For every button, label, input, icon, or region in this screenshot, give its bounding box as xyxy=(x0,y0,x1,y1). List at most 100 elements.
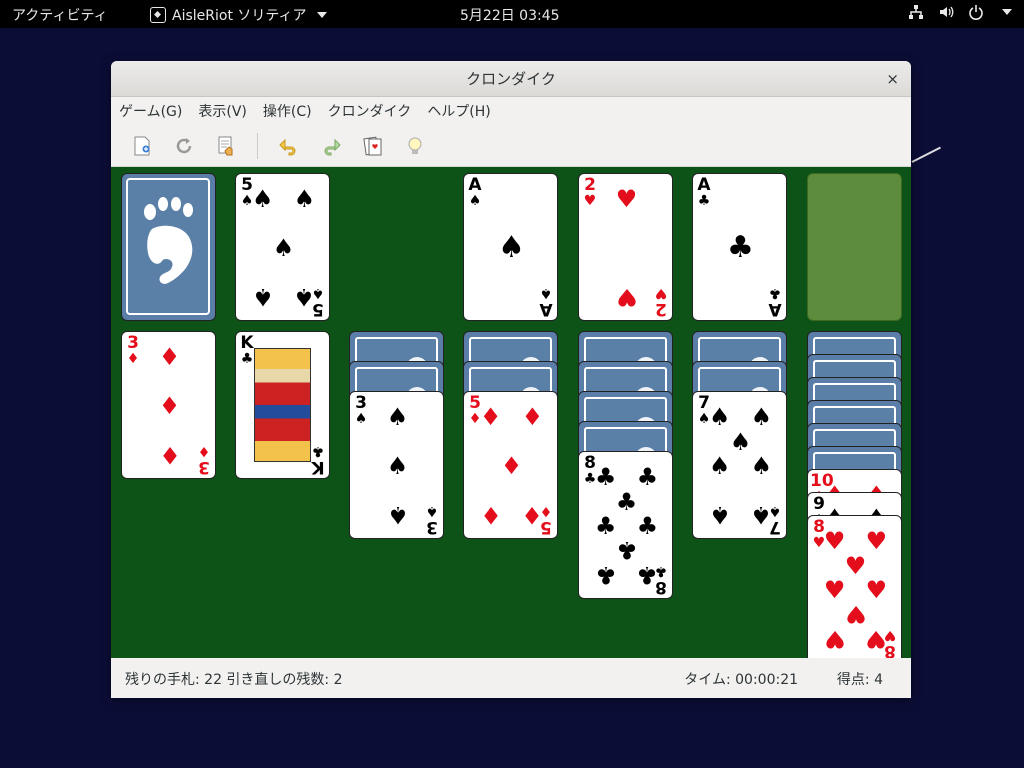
suit-pip: ♠ xyxy=(272,234,295,262)
card-corner-top: A ♣ xyxy=(697,175,711,209)
aisleriot-icon xyxy=(150,7,166,23)
suit-pip: ♠ xyxy=(708,452,731,480)
close-icon[interactable]: × xyxy=(886,61,899,97)
clock[interactable]: 5月22日 03:45 xyxy=(460,5,560,25)
suit-pip: ♠ xyxy=(750,452,773,480)
gnome-foot-icon xyxy=(126,178,210,315)
change-game-icon xyxy=(363,136,382,155)
suit-pip: ♣ xyxy=(636,560,659,589)
game-felt[interactable]: 5 ♠ 5 ♠ ♠ ♠ ♠ ♠ ♠ A ♠ A ♠ ♠ 2 ♥ 2 ♥ ♥ ♥ A ♣ A ♣ ♣ 3 ♦ 3 ♦ ♦ ♦ ♦ K ♣ K ♣… xyxy=(111,167,911,658)
new-game-button[interactable] xyxy=(125,129,159,163)
suit-pip: ♦ xyxy=(158,343,181,372)
window-title: クロンダイク xyxy=(466,70,556,88)
menu-control[interactable]: 操作(C) xyxy=(263,101,312,121)
elapsed-time: タイム: 00:00:21 xyxy=(684,672,799,688)
suit-pip: ♠ xyxy=(251,185,274,214)
suit-pip: ♦ xyxy=(158,392,181,420)
king-face-art xyxy=(254,348,311,462)
tableau-card[interactable]: 8 ♣ 8 ♣ ♣ ♣ ♣ ♣ ♣ ♣ ♣ ♣ xyxy=(578,451,673,599)
suit-pip: ♥ xyxy=(823,624,846,653)
suit-pip: ♣ xyxy=(727,230,754,265)
card-corner-bottom: 2 ♥ xyxy=(654,285,668,319)
tableau-card[interactable]: 7 ♠ 7 ♠ ♠ ♠ ♠ ♠ ♠ ♠ ♠ xyxy=(692,391,787,539)
change-game-button[interactable] xyxy=(356,129,390,163)
solitaire-window: クロンダイク × ゲーム(G) 表示(V) 操作(C) クロンダイク ヘルプ(H… xyxy=(111,61,911,698)
suit-pip: ♠ xyxy=(251,282,274,311)
app-menu[interactable]: AisleRiot ソリティア xyxy=(150,5,327,25)
suit-pip: ♦ xyxy=(500,452,523,480)
tableau-card[interactable]: 5 ♦ 5 ♦ ♦ ♦ ♦ ♦ ♦ xyxy=(463,391,558,539)
redo-icon xyxy=(324,138,341,155)
suit-pip: ♥ xyxy=(615,185,638,214)
status-bar: 残りの手札: 22 引き直しの残数: 2 タイム: 00:00:21 得点: 4 xyxy=(111,658,911,698)
restart-icon xyxy=(176,137,192,153)
stock-pile[interactable] xyxy=(121,173,216,321)
suit-pip: ♥ xyxy=(865,527,888,556)
suit-pip: ♣ xyxy=(636,512,659,540)
suit-pip: ♦ xyxy=(521,500,544,529)
suit-pip: ♦ xyxy=(158,440,181,469)
suit-pip: ♦ xyxy=(521,403,544,432)
waste-pile[interactable]: 5 ♠ 5 ♠ ♠ ♠ ♠ ♠ ♠ xyxy=(235,173,330,321)
title-bar[interactable]: クロンダイク × xyxy=(111,61,911,97)
menu-help[interactable]: ヘルプ(H) xyxy=(427,101,490,121)
cards-remaining: 残りの手札: 22 引き直しの残数: 2 xyxy=(125,672,343,688)
suit-pip: ♥ xyxy=(844,552,867,581)
suit-pip: ♥ xyxy=(865,576,888,604)
deal-icon xyxy=(218,136,233,155)
activities-button[interactable]: アクティビティ xyxy=(12,5,108,25)
redo-button[interactable] xyxy=(314,129,348,163)
card-corner-top: 3 ♦ xyxy=(126,333,140,367)
undo-icon xyxy=(279,138,296,155)
card-corner-bottom: K ♣ xyxy=(311,443,325,477)
new-game-icon xyxy=(134,136,150,155)
suit-pip: ♣ xyxy=(594,463,617,492)
menu-bar: ゲーム(G) 表示(V) 操作(C) クロンダイク ヘルプ(H) xyxy=(111,97,911,125)
foundation-1[interactable]: A ♠ A ♠ ♠ xyxy=(463,173,558,321)
tableau-card[interactable]: 8 ♥ 8 ♥ ♥ ♥ ♥ ♥ ♥ ♥ ♥ ♥ xyxy=(807,515,902,658)
restart-button[interactable] xyxy=(167,129,201,163)
undo-button[interactable] xyxy=(272,129,306,163)
top-bar: アクティビティ AisleRiot ソリティア 5月22日 03:45 xyxy=(0,0,1024,28)
suit-pip: ♠ xyxy=(729,428,752,457)
suit-pip: ♠ xyxy=(750,500,773,529)
suit-pip: ♠ xyxy=(386,403,409,432)
suit-pip: ♥ xyxy=(823,576,846,604)
tableau-card[interactable]: 3 ♦ 3 ♦ ♦ ♦ ♦ xyxy=(121,331,216,479)
power-icon xyxy=(969,5,983,20)
suit-pip: ♠ xyxy=(386,452,409,480)
hint-button[interactable] xyxy=(398,129,432,163)
toolbar xyxy=(111,125,911,167)
card-corner-bottom: 3 ♠ xyxy=(425,503,439,537)
deal-button[interactable] xyxy=(209,129,243,163)
suit-pip: ♦ xyxy=(479,403,502,432)
suit-pip: ♦ xyxy=(479,500,502,529)
score: 得点: 4 xyxy=(836,672,883,688)
chevron-down-icon xyxy=(316,12,327,18)
tableau-card[interactable]: 3 ♠ 3 ♠ ♠ ♠ ♠ xyxy=(349,391,444,539)
suit-pip: ♣ xyxy=(615,535,638,564)
foundation-4-empty[interactable] xyxy=(807,173,902,321)
system-menu[interactable] xyxy=(908,4,1012,20)
menu-klondike[interactable]: クロンダイク xyxy=(328,101,412,121)
suit-pip: ♥ xyxy=(823,527,846,556)
toolbar-separator xyxy=(257,132,258,159)
card-corner-bottom: A ♣ xyxy=(768,285,782,319)
foundation-2[interactable]: 2 ♥ 2 ♥ ♥ ♥ xyxy=(578,173,673,321)
card-corner-top: A ♠ xyxy=(468,175,482,209)
menu-game[interactable]: ゲーム(G) xyxy=(119,101,182,121)
menu-view[interactable]: 表示(V) xyxy=(198,101,247,121)
suit-pip: ♠ xyxy=(293,185,316,214)
tableau-card[interactable]: K ♣ K ♣ xyxy=(235,331,330,479)
suit-pip: ♣ xyxy=(594,512,617,540)
card-corner-bottom: A ♠ xyxy=(539,285,553,319)
suit-pip: ♠ xyxy=(293,282,316,311)
mouse-pointer xyxy=(911,146,941,163)
app-menu-label: AisleRiot ソリティア xyxy=(172,8,307,24)
suit-pip: ♥ xyxy=(865,624,888,653)
suit-pip: ♥ xyxy=(844,599,867,628)
foundation-3[interactable]: A ♣ A ♣ ♣ xyxy=(692,173,787,321)
network-icon xyxy=(909,5,923,19)
suit-pip: ♥ xyxy=(615,282,638,311)
suit-pip: ♣ xyxy=(636,463,659,492)
